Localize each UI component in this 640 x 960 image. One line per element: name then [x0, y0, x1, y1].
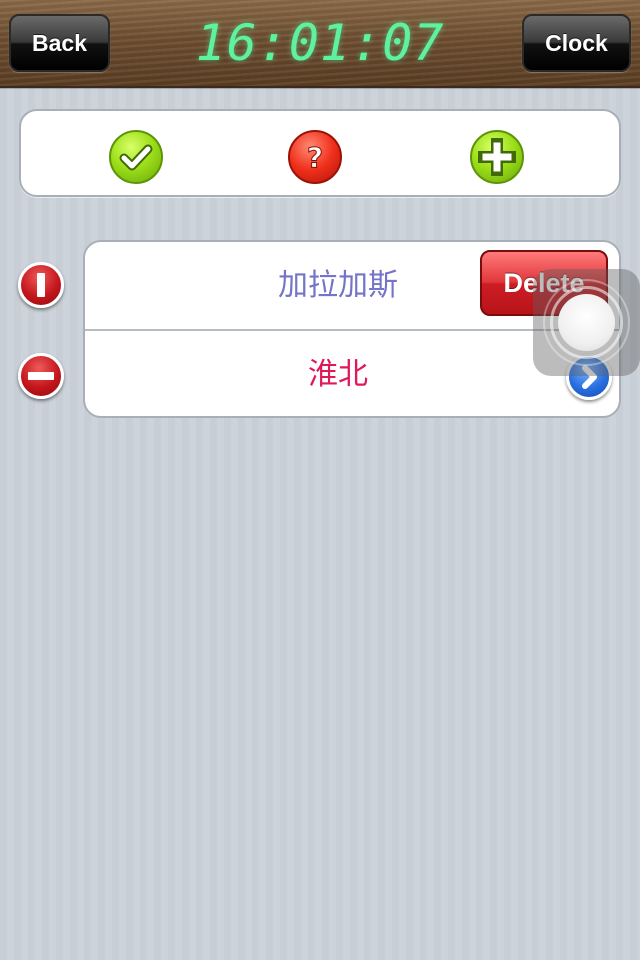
- city-name: 淮北: [308, 358, 368, 391]
- question-icon: ?: [306, 141, 323, 175]
- confirm-button[interactable]: [109, 130, 163, 184]
- back-button[interactable]: Back: [9, 14, 110, 72]
- row-delete-toggle-active[interactable]: [18, 262, 64, 308]
- plus-icon: [478, 138, 516, 176]
- clock-button[interactable]: Clock: [522, 14, 631, 72]
- add-button[interactable]: [470, 130, 524, 184]
- row-delete-toggle[interactable]: [18, 353, 64, 399]
- minus-icon: [28, 372, 54, 380]
- help-button[interactable]: ?: [288, 130, 342, 184]
- assistive-touch-button[interactable]: [533, 269, 640, 376]
- digital-clock-display: 16:01:07: [195, 14, 445, 72]
- top-navigation-bar: Back 16:01:07 Clock: [0, 0, 640, 88]
- check-icon: [119, 144, 153, 171]
- assistive-touch-core: [558, 294, 615, 351]
- action-panel: ?: [19, 109, 621, 197]
- svg-text:?: ?: [307, 141, 323, 174]
- rotated-minus-icon: [37, 273, 45, 297]
